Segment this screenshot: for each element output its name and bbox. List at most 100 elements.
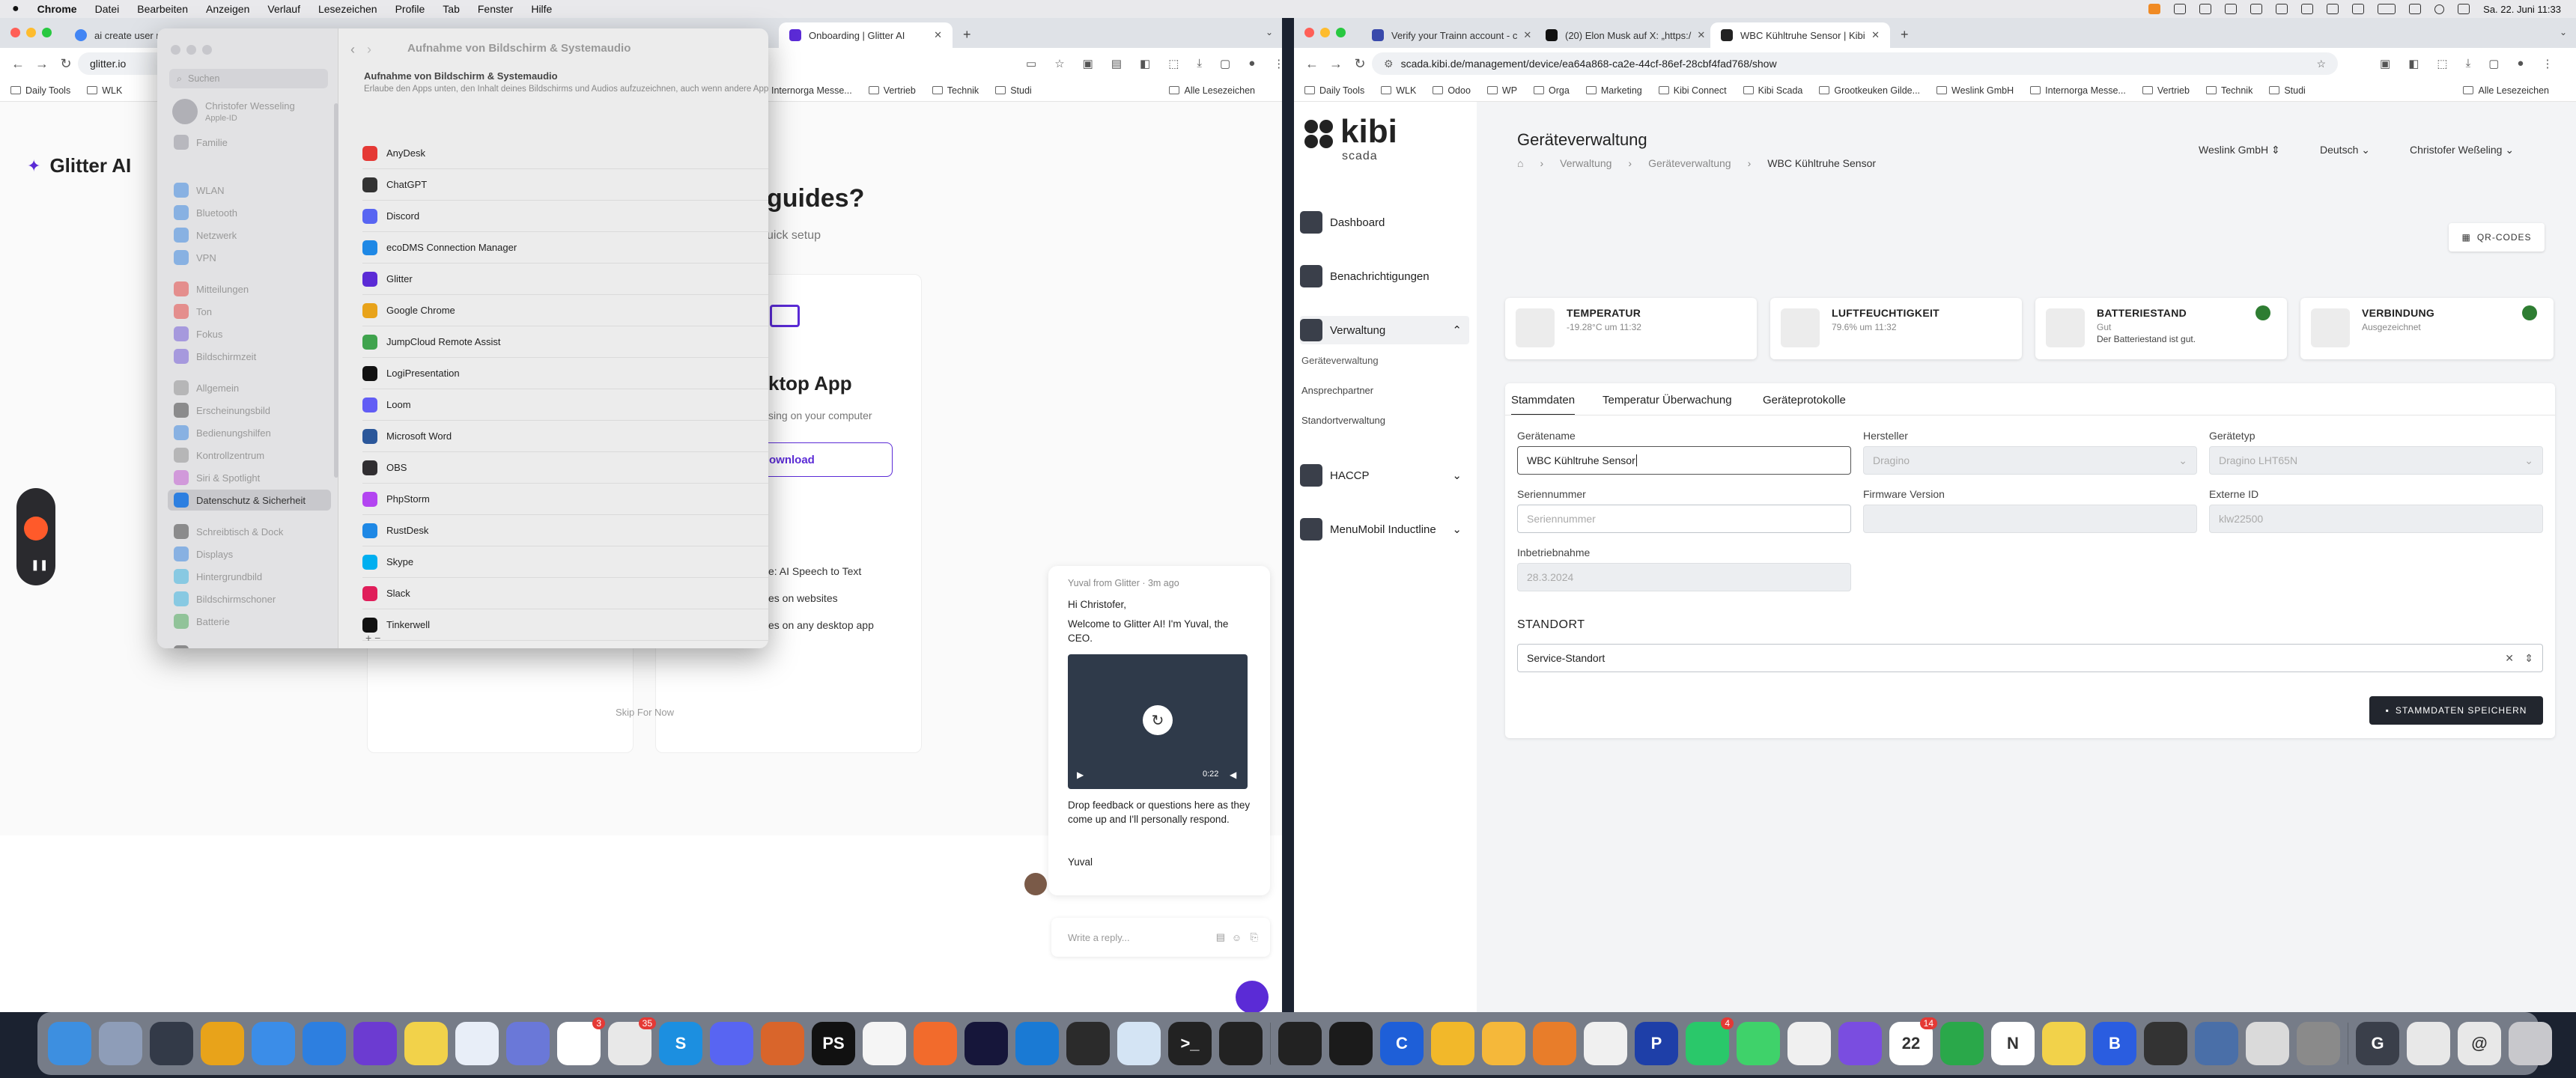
zoom-icon[interactable] — [1336, 28, 1346, 37]
minimize-icon[interactable] — [186, 45, 196, 55]
dock-freeform-icon[interactable] — [455, 1022, 499, 1065]
menu-item[interactable]: Datei — [95, 3, 120, 15]
dock-safari-icon[interactable] — [303, 1022, 346, 1065]
sidebar-item-displays[interactable]: Displays — [168, 543, 331, 564]
dock-folder-icon[interactable] — [2407, 1022, 2450, 1065]
mute-icon[interactable]: ◀ — [1230, 770, 1236, 780]
device-name-input[interactable]: WBC Kühltruhe Sensor — [1517, 446, 1851, 475]
back-icon[interactable]: ← — [1300, 56, 1324, 72]
sidebar-item-family[interactable]: Familie — [168, 132, 331, 153]
bookmark-item[interactable]: Studi — [2269, 85, 2306, 96]
dock-stickies-icon[interactable] — [2042, 1022, 2086, 1065]
status-icon[interactable] — [2199, 4, 2212, 14]
bluetooth-icon[interactable] — [2352, 4, 2365, 14]
nav-sub-locations[interactable]: Standortverwaltung — [1301, 415, 1385, 426]
extension-icon[interactable]: ▢ — [2488, 57, 2499, 70]
bookmark-item[interactable]: WP — [1486, 85, 1517, 96]
tab-device-logs[interactable]: Geräteprotokolle — [1763, 394, 1846, 406]
dock-sublime-icon[interactable] — [1066, 1022, 1110, 1065]
close-tab-icon[interactable]: ✕ — [928, 29, 942, 41]
back-icon[interactable]: ← — [6, 56, 30, 72]
serial-number-input[interactable]: Seriennummer — [1517, 505, 1851, 533]
dock-mission-control-icon[interactable] — [150, 1022, 193, 1065]
clock[interactable]: Sa. 22. Juni 11:33 — [2483, 4, 2561, 15]
sidebar-item-netzwerk[interactable]: Netzwerk — [168, 225, 331, 246]
site-info-icon[interactable]: ⚙ — [1384, 58, 1394, 70]
menu-icon[interactable]: ⋮ — [1273, 57, 1282, 70]
menu-item[interactable]: Verlauf — [267, 3, 300, 15]
dock-cursor-icon[interactable] — [761, 1022, 804, 1065]
dock-contacts-icon[interactable]: @ — [2458, 1022, 2501, 1065]
back-icon[interactable]: ‹ — [350, 42, 355, 58]
download-icon[interactable]: ⤓ — [1197, 57, 1202, 70]
nav-notifications[interactable]: Benachrichtigungen — [1300, 262, 1469, 290]
zoom-icon[interactable] — [202, 45, 212, 55]
bookmark-item[interactable]: Internorga Messe... — [771, 85, 852, 96]
user-name[interactable]: Christofer Wesseling — [205, 100, 295, 112]
bookmark-item[interactable]: Vertrieb — [868, 85, 916, 96]
user-menu[interactable]: Christofer Weßeling ⌄ — [2410, 144, 2514, 156]
dock-loom-icon[interactable] — [353, 1022, 397, 1065]
add-remove-buttons[interactable]: + − — [365, 632, 380, 644]
minimize-icon[interactable] — [26, 28, 36, 37]
close-icon[interactable] — [10, 28, 20, 37]
minimize-icon[interactable] — [1320, 28, 1330, 37]
bookmark-star-icon[interactable]: ☆ — [1054, 57, 1064, 70]
recording-indicator-icon[interactable] — [2148, 4, 2161, 14]
profile-icon[interactable]: ● — [2517, 57, 2524, 70]
dock-launchpad-icon[interactable] — [99, 1022, 142, 1065]
all-bookmarks[interactable]: Alle Lesezeichen — [2463, 85, 2549, 96]
bookmark-item[interactable]: Technik — [932, 85, 979, 96]
sidebar-item-mitteilungen[interactable]: Mitteilungen — [168, 278, 331, 299]
bookmark-item[interactable]: Grootkeuken Gilde... — [1819, 85, 1920, 96]
dock-skype-icon[interactable]: S — [659, 1022, 702, 1065]
bookmark-item[interactable]: Odoo — [1433, 85, 1471, 96]
reply-input[interactable]: Write a reply... ▤ ☺ ⎘ — [1051, 918, 1270, 957]
search-icon[interactable] — [2434, 4, 2445, 14]
dock-weather-icon[interactable] — [1431, 1022, 1474, 1065]
sidebar-item-kontrollzentrum[interactable]: Kontrollzentrum — [168, 445, 331, 466]
breadcrumb-item[interactable]: Verwaltung — [1560, 157, 1611, 169]
reload-icon[interactable]: ↻ — [54, 56, 78, 72]
status-icon[interactable] — [2174, 4, 2187, 14]
dock-screens-icon[interactable] — [2195, 1022, 2238, 1065]
status-icon[interactable] — [2327, 4, 2339, 14]
sidebar-item-bildschirmzeit[interactable]: Bildschirmzeit — [168, 346, 331, 367]
bookmark-item[interactable]: WLK — [1381, 85, 1416, 96]
profile-icon[interactable]: ● — [1248, 57, 1255, 70]
tab-master-data[interactable]: Stammdaten — [1511, 394, 1576, 415]
manufacturer-select[interactable]: Dragino ⌄ — [1863, 446, 2197, 475]
dock-settings-gear-icon[interactable] — [506, 1022, 550, 1065]
bookmark-item[interactable]: Daily Tools — [1304, 85, 1364, 96]
sidebar-item-wlan[interactable]: WLAN — [168, 180, 331, 201]
dock-glitter-icon[interactable]: G — [2356, 1022, 2399, 1065]
reload-icon[interactable]: ↻ — [1348, 56, 1372, 72]
nav-dashboard[interactable]: Dashboard — [1300, 208, 1469, 237]
sidebar-item-bluetooth[interactable]: Bluetooth — [168, 202, 331, 223]
forward-icon[interactable]: → — [30, 56, 54, 72]
dock-discord-icon[interactable] — [710, 1022, 753, 1065]
tab-list-icon[interactable]: ⌄ — [2560, 27, 2567, 37]
dock-pencil-icon[interactable] — [914, 1022, 957, 1065]
menu-item[interactable]: Fenster — [478, 3, 513, 15]
dock-numbers-icon[interactable] — [1940, 1022, 1984, 1065]
bookmark-item[interactable]: Kibi Scada — [1743, 85, 1802, 96]
control-center-icon[interactable] — [2458, 4, 2470, 14]
apple-icon[interactable]: ● — [12, 2, 19, 16]
sidebar-item-fokus[interactable]: Fokus — [168, 323, 331, 344]
replay-icon[interactable]: ↻ — [1143, 705, 1173, 735]
dock-activity-monitor-icon[interactable] — [1278, 1022, 1322, 1065]
bookmark-item[interactable]: WLK — [87, 85, 122, 96]
close-tab-icon[interactable]: ✕ — [1865, 29, 1880, 41]
dock-bartender-icon[interactable] — [1482, 1022, 1525, 1065]
play-icon[interactable]: ▶ — [1077, 770, 1084, 780]
clear-icon[interactable]: ✕ — [2505, 652, 2514, 665]
nav-menumobil[interactable]: MenuMobil Inductline ⌄ — [1300, 515, 1469, 543]
qr-codes-button[interactable]: ▦ QR-CODES — [2449, 223, 2545, 252]
extension-icon[interactable]: ▢ — [1220, 57, 1230, 70]
save-master-data-button[interactable]: ▪ STAMMDATEN SPEICHERN — [2369, 696, 2543, 725]
dock-chrome-icon[interactable] — [201, 1022, 244, 1065]
bookmark-item[interactable]: Kibi Connect — [1658, 85, 1727, 96]
tab-glitter-onboarding[interactable]: Onboarding | Glitter AI ✕ — [779, 22, 953, 48]
dock-calendar-icon[interactable]: 22 14 — [1889, 1017, 1937, 1065]
